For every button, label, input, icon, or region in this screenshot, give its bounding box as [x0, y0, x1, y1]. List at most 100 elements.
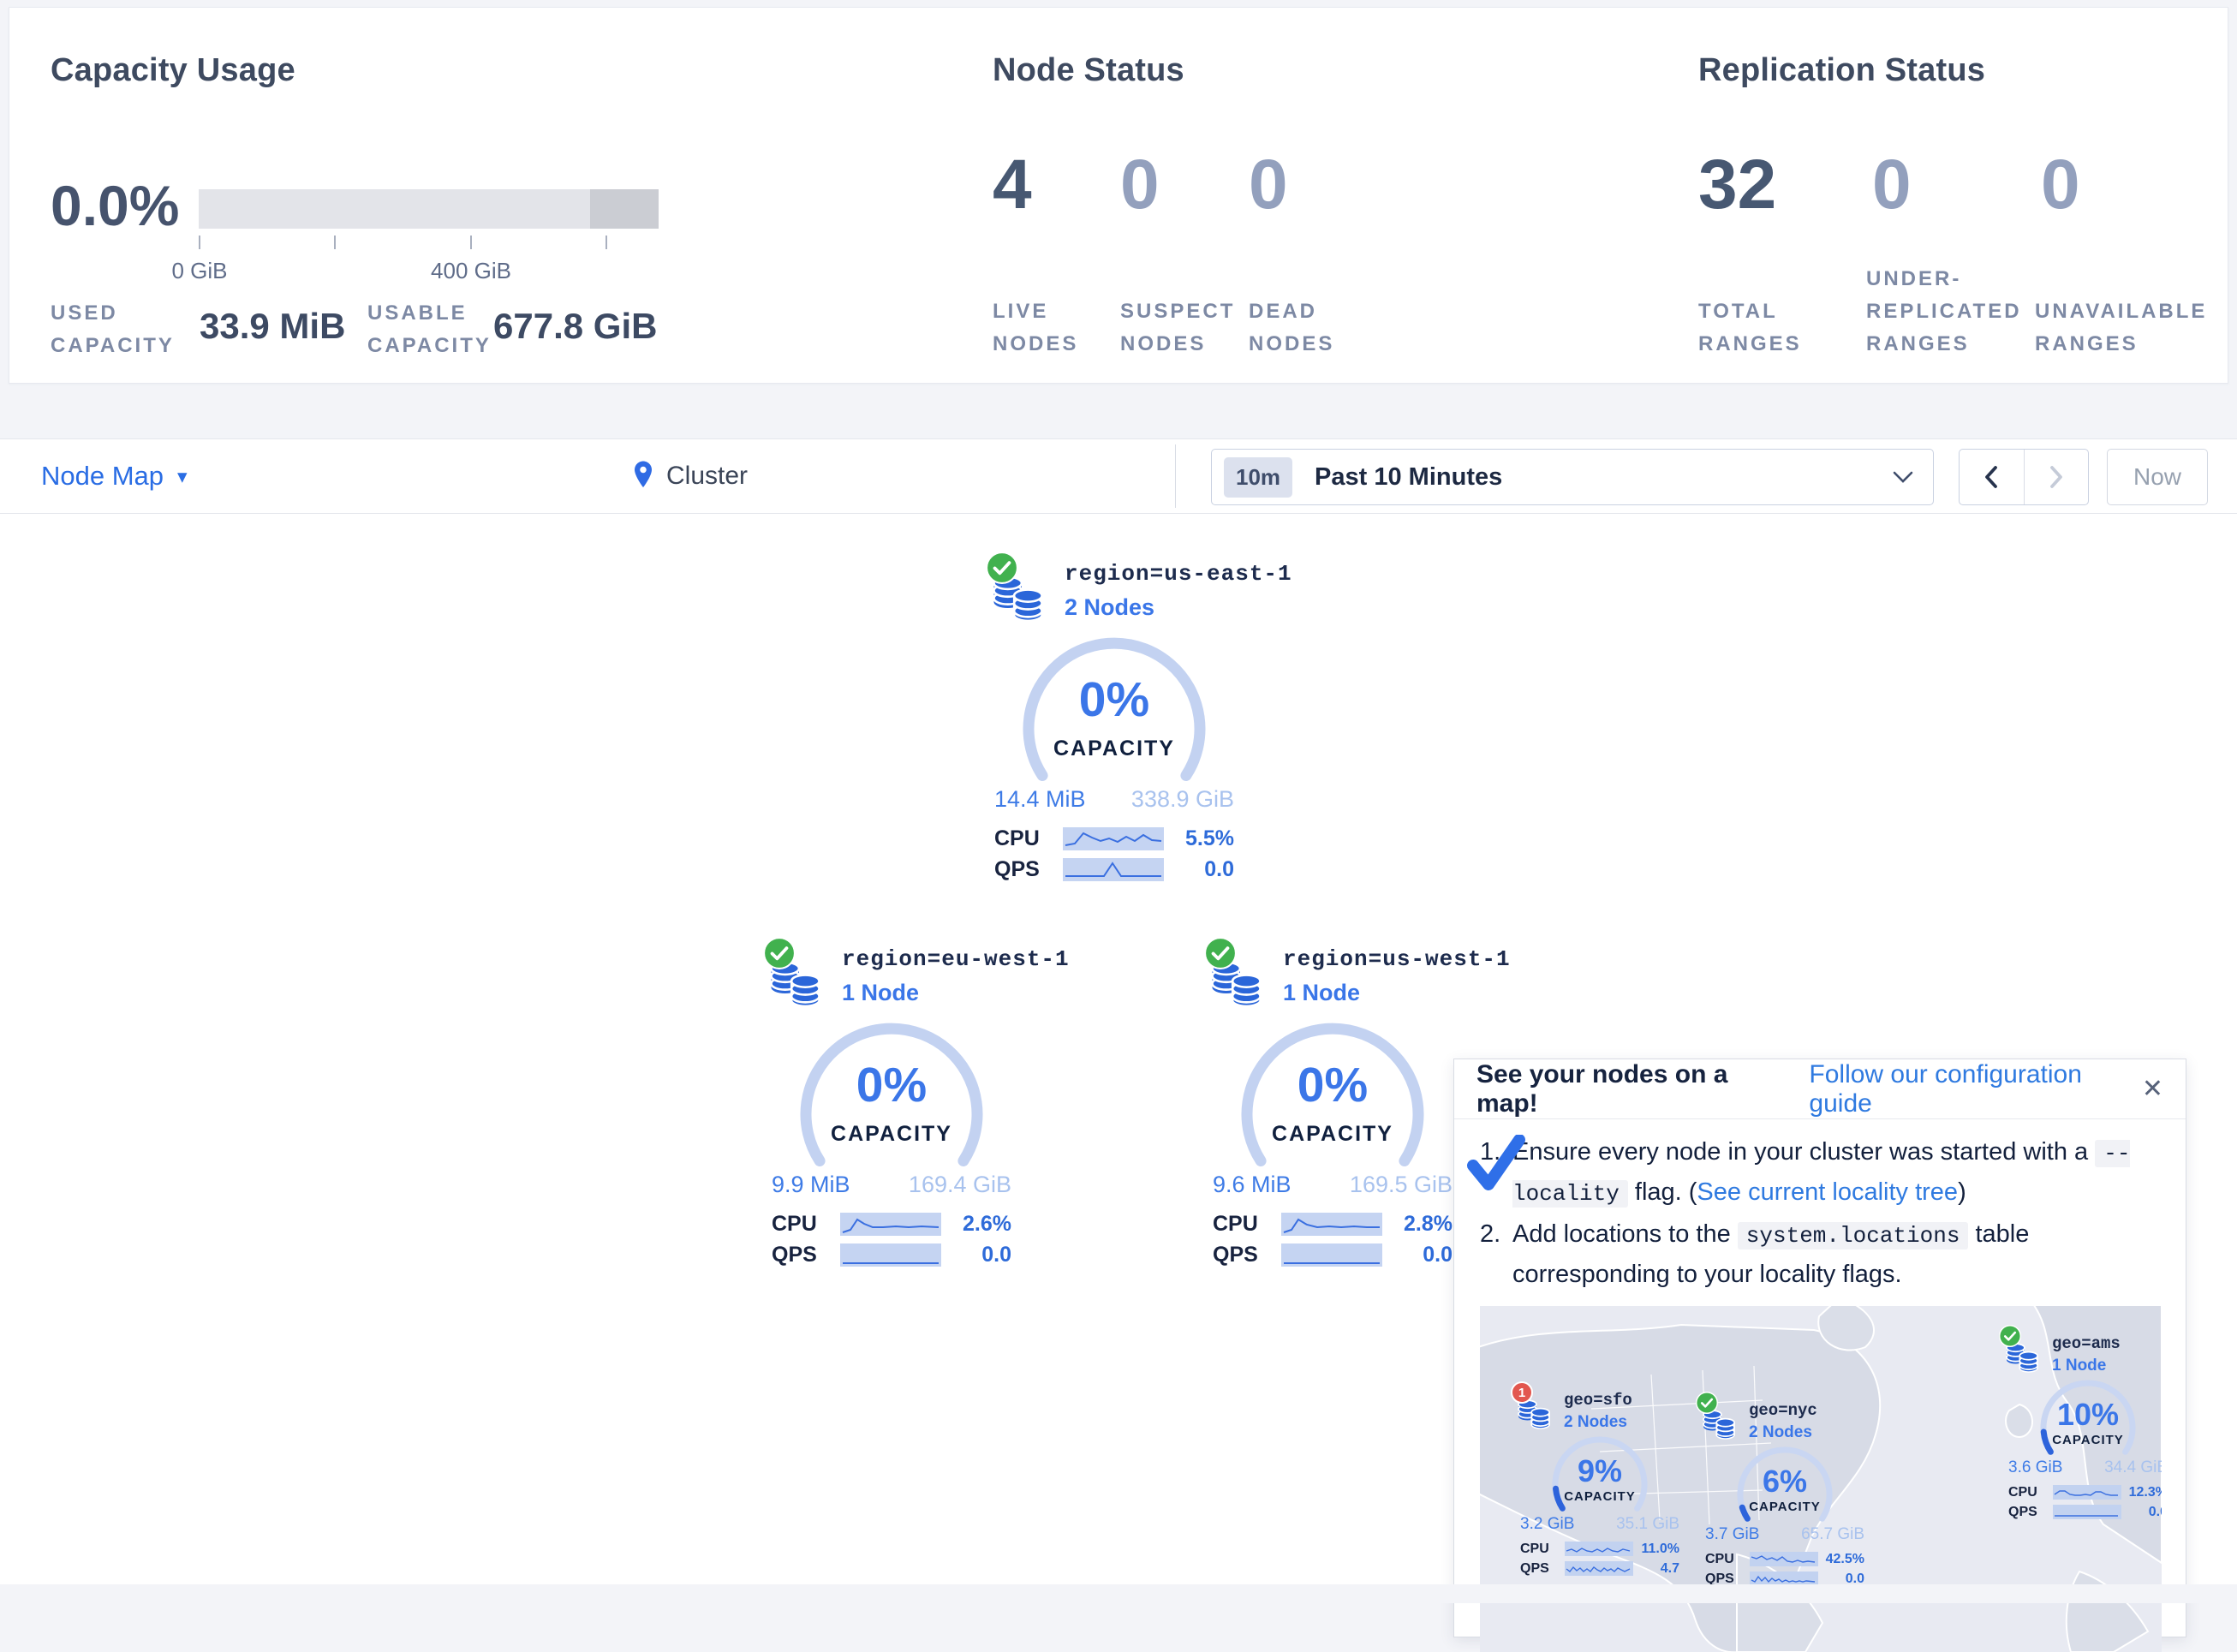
live-nodes-label: LIVE NODES [993, 295, 1087, 361]
capacity-axis-tick [334, 236, 336, 249]
capacity-label: CAPACITY [1548, 1489, 1651, 1504]
usable-capacity-value: 677.8 GiB [493, 306, 657, 347]
capacity-axis-tick [199, 236, 200, 249]
locality-name: region=us-east-1 [1065, 557, 1292, 587]
node-map-page: Capacity Usage 0.0% 0 GiB 400 GiB USED C… [0, 0, 2237, 1603]
qps-value: 0.0 [1423, 1243, 1453, 1267]
locality-card-eu-west-1[interactable]: region=eu-west-1 1 Node 0% CAPACITY 9.9 … [767, 942, 1017, 1270]
capacity-gauge: 0% CAPACITY [796, 1023, 987, 1170]
locality-nodes-link[interactable]: 1 Node [842, 980, 1070, 1006]
qps-sparkline [1565, 1561, 1633, 1576]
unavailable-label: UNAVAILABLE RANGES [2035, 295, 2228, 361]
unavailable-count: 0 [2041, 150, 2080, 220]
caret-down-icon: ▾ [177, 465, 188, 488]
locality-icon-wrap [1701, 1399, 1740, 1443]
configuration-guide-link[interactable]: Follow our configuration guide [1809, 1060, 2141, 1118]
locality-card-us-east-1[interactable]: region=us-east-1 2 Nodes 0% CAPACITY 14.… [989, 557, 1239, 885]
locality-breadcrumb[interactable]: Cluster [630, 439, 748, 513]
blue-check-icon [1466, 1135, 1528, 1193]
total-ranges-label: TOTAL RANGES [1698, 295, 1818, 361]
qps-label: QPS [772, 1243, 828, 1267]
capacity-total: 35.1 GiB [1616, 1515, 1679, 1534]
capacity-usage-percent: 0.0% [51, 177, 179, 234]
used-capacity-value: 33.9 MiB [200, 306, 345, 347]
view-selector-label: Node Map [41, 461, 164, 492]
cpu-value: 11.0% [1642, 1542, 1679, 1557]
page-footer-strip [0, 1584, 2237, 1603]
time-range-label: Past 10 Minutes [1315, 463, 1502, 492]
qps-label: QPS [1520, 1561, 1561, 1577]
locality-name: region=eu-west-1 [842, 942, 1070, 973]
locality-nodes-link[interactable]: 1 Node [1283, 980, 1511, 1006]
time-range-dropdown[interactable]: 10m Past 10 Minutes [1211, 449, 1934, 505]
healthy-check-icon [1696, 1392, 1718, 1414]
view-toolbar: Node Map ▾ Cluster 10m Past 10 Minutes [0, 438, 2237, 514]
locality-name: geo=nyc [1749, 1399, 1817, 1421]
capacity-percent: 9% [1548, 1453, 1651, 1489]
capacity-used: 3.7 GiB [1705, 1525, 1759, 1544]
chevron-down-icon [1892, 470, 1914, 484]
dead-nodes-label: DEAD NODES [1249, 295, 1351, 361]
capacity-gauge: 0% CAPACITY [1237, 1023, 1429, 1170]
qps-label: QPS [2008, 1505, 2049, 1520]
qps-sparkline [1063, 858, 1164, 881]
time-back-button[interactable] [1960, 450, 2025, 504]
cpu-sparkline [1063, 827, 1164, 850]
close-icon[interactable]: ✕ [2142, 1074, 2163, 1104]
replication-status-title: Replication Status [1698, 52, 1985, 89]
capacity-used: 3.2 GiB [1520, 1515, 1574, 1534]
locality-card-us-west-1[interactable]: region=us-west-1 1 Node 0% CAPACITY 9.6 … [1208, 942, 1458, 1270]
capacity-gauge: 9% CAPACITY [1548, 1434, 1651, 1515]
cpu-value: 42.5% [1826, 1552, 1864, 1567]
locality-tree-link[interactable]: See current locality tree [1697, 1178, 1958, 1206]
qps-value: 0.0 [2149, 1505, 2162, 1520]
locality-icon-wrap: 1 [1516, 1388, 1555, 1433]
capacity-usage-bar-tail [590, 189, 659, 229]
cpu-value: 2.8% [1404, 1212, 1453, 1237]
step-text: Ensure every node in your cluster was st… [1512, 1138, 2095, 1166]
cpu-sparkline [840, 1213, 941, 1236]
healthy-check-icon [986, 552, 1018, 584]
warning-count-badge: 1 [1511, 1381, 1533, 1404]
under-replicated-count: 0 [1872, 150, 1912, 220]
cpu-sparkline [1565, 1542, 1633, 1556]
capacity-axis-label-start: 0 GiB [171, 258, 227, 284]
capacity-total: 169.5 GiB [1350, 1172, 1453, 1198]
capacity-percent: 10% [2037, 1397, 2139, 1433]
capacity-gauge: 6% CAPACITY [1733, 1445, 1836, 1525]
cpu-label: CPU [1705, 1552, 1746, 1567]
locality-name: geo=sfo [1564, 1388, 1632, 1410]
view-selector-dropdown[interactable]: Node Map ▾ [41, 439, 188, 513]
capacity-used: 14.4 MiB [994, 786, 1086, 813]
step-text: flag. ( [1628, 1178, 1697, 1206]
capacity-percent: 6% [1733, 1464, 1836, 1500]
capacity-percent: 0% [1237, 1057, 1429, 1113]
capacity-used: 3.6 GiB [2008, 1458, 2062, 1477]
qps-label: QPS [994, 857, 1051, 882]
time-step-buttons [1959, 449, 2089, 505]
now-button[interactable]: Now [2107, 449, 2208, 505]
locality-nodes-link: 2 Nodes [1749, 1423, 1817, 1442]
setup-step-2: 2. Add locations to the system.locations… [1480, 1215, 2160, 1294]
capacity-percent: 0% [1018, 671, 1210, 728]
qps-sparkline [1281, 1243, 1382, 1267]
setup-step-1: 1. Ensure every node in your cluster was… [1480, 1133, 2160, 1214]
map-pin-icon [630, 460, 656, 492]
step-text: ) [1958, 1178, 1966, 1206]
cpu-value: 5.5% [1185, 826, 1234, 851]
capacity-gauge: 0% CAPACITY [1018, 637, 1210, 784]
cpu-sparkline [2053, 1485, 2121, 1500]
locality-name: geo=ams [2052, 1332, 2121, 1354]
locality-nodes-link[interactable]: 2 Nodes [1065, 594, 1292, 621]
popup-title: See your nodes on a map! [1476, 1060, 1787, 1118]
node-status-title: Node Status [993, 52, 1184, 89]
under-replicated-label: UNDER-REPLICATED RANGES [1866, 263, 2053, 361]
cpu-label: CPU [994, 826, 1051, 851]
live-nodes-count: 4 [993, 150, 1032, 220]
capacity-axis-label-mid: 400 GiB [431, 258, 511, 284]
mini-locality-geo-nyc: geo=nyc 2 Nodes 6% CAPACITY 3.7 GiB 65.7… [1701, 1399, 1869, 1589]
time-forward-button[interactable] [2025, 450, 2089, 504]
cpu-sparkline [1750, 1552, 1818, 1566]
capacity-label: CAPACITY [796, 1122, 987, 1147]
used-capacity-label: USED CAPACITY [51, 297, 188, 362]
